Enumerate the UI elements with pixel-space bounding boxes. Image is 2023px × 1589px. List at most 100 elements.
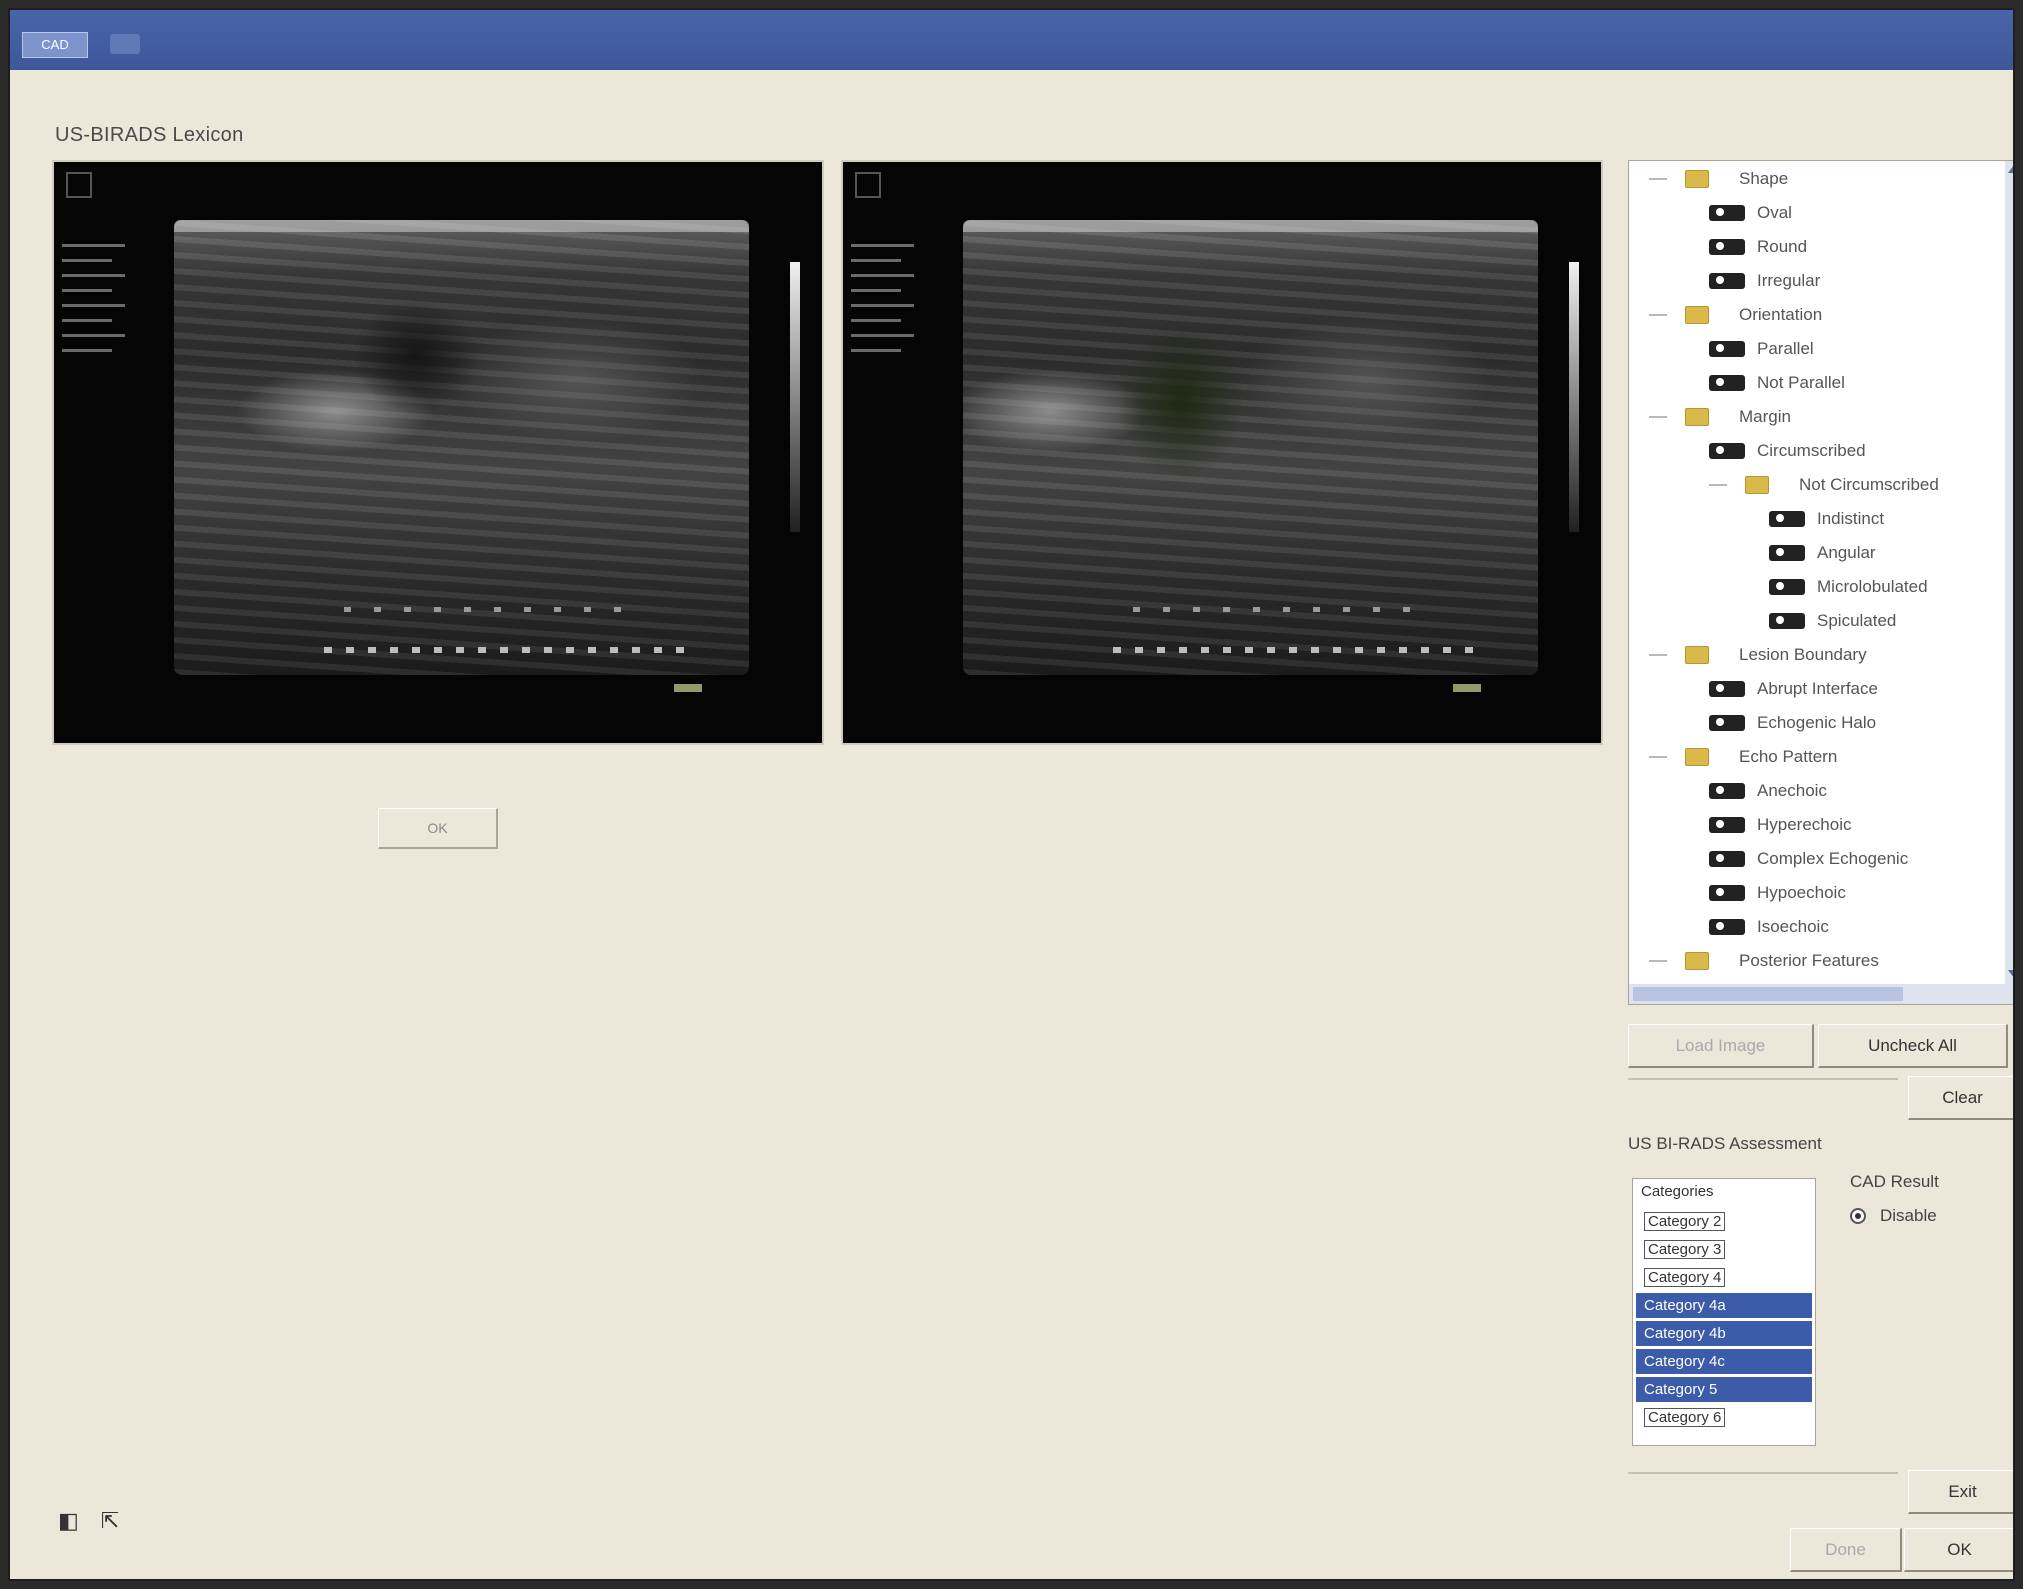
- bottom-ok-button[interactable]: OK: [1904, 1528, 2013, 1572]
- tree-folder-item[interactable]: Margin: [1649, 403, 1791, 431]
- tree-leaf-item[interactable]: Round: [1709, 233, 1807, 261]
- tree-leaf-item[interactable]: Not Parallel: [1709, 369, 1845, 397]
- scroll-thumb[interactable]: [1633, 987, 1903, 1001]
- title-bar[interactable]: CAD: [10, 10, 2013, 70]
- disable-radio-label: Disable: [1880, 1206, 1937, 1225]
- radio-toggle-icon[interactable]: [1769, 545, 1805, 561]
- expand-icon[interactable]: [1709, 484, 1727, 486]
- grayscale-bar: [790, 262, 800, 532]
- exit-button[interactable]: Exit: [1908, 1470, 2013, 1514]
- expand-icon[interactable]: [1649, 178, 1667, 180]
- expand-icon[interactable]: [1649, 654, 1667, 656]
- tree-item-label: Spiculated: [1817, 611, 1897, 630]
- radio-toggle-icon[interactable]: [1769, 511, 1805, 527]
- tree-item-label: Angular: [1817, 543, 1876, 562]
- tree-leaf-item[interactable]: Anechoic: [1709, 777, 1827, 805]
- folder-icon: [1685, 170, 1709, 188]
- radio-toggle-icon[interactable]: [1709, 715, 1745, 731]
- tree-leaf-item[interactable]: Abrupt Interface: [1709, 675, 1878, 703]
- tree-leaf-item[interactable]: Oval: [1709, 199, 1792, 227]
- ok-button[interactable]: OK: [378, 808, 498, 849]
- grayscale-bar: [1569, 262, 1579, 532]
- tree-folder-item[interactable]: Echo Pattern: [1649, 743, 1837, 771]
- folder-icon: [1685, 646, 1709, 664]
- tree-item-label: Echo Pattern: [1739, 747, 1838, 766]
- pointer-icon[interactable]: ⇱: [101, 1508, 119, 1534]
- radio-icon[interactable]: [1850, 1208, 1866, 1224]
- main-window: CAD US-BIRADS Lexicon OK Shape Oval Roun…: [8, 8, 2015, 1581]
- speaker-icon[interactable]: ◧: [58, 1508, 79, 1534]
- radio-toggle-icon[interactable]: [1709, 205, 1745, 221]
- radio-toggle-icon[interactable]: [1709, 783, 1745, 799]
- tree-leaf-item[interactable]: Hypoechoic: [1709, 879, 1846, 907]
- radio-toggle-icon[interactable]: [1709, 851, 1745, 867]
- tree-item-label: Anechoic: [1757, 781, 1827, 800]
- radio-toggle-icon[interactable]: [1769, 579, 1805, 595]
- expand-icon[interactable]: [1649, 314, 1667, 316]
- category-item[interactable]: Category 4: [1636, 1265, 1812, 1290]
- category-list[interactable]: Categories Category 2 Category 3 Category …: [1632, 1178, 1816, 1446]
- done-button[interactable]: Done: [1790, 1528, 1902, 1572]
- tree-folder-item[interactable]: Posterior Features: [1649, 947, 1879, 975]
- radio-toggle-icon[interactable]: [1709, 885, 1745, 901]
- radio-toggle-icon[interactable]: [1709, 375, 1745, 391]
- category-item[interactable]: Category 5: [1636, 1377, 1812, 1402]
- tree-leaf-item[interactable]: Echogenic Halo: [1709, 709, 1876, 737]
- tree-leaf-item[interactable]: Irregular: [1709, 267, 1820, 295]
- tree-folder-item[interactable]: Not Circumscribed: [1709, 471, 1939, 499]
- tree-leaf-item[interactable]: Hyperechoic: [1709, 811, 1852, 839]
- tree-folder-item[interactable]: Lesion Boundary: [1649, 641, 1867, 669]
- tree-vertical-scrollbar[interactable]: [2005, 161, 2013, 1004]
- category-item[interactable]: Category 3: [1636, 1237, 1812, 1262]
- cad-result-label: CAD Result: [1850, 1172, 1939, 1191]
- category-label: Category 4b: [1644, 1325, 1726, 1342]
- tree-item-label: Orientation: [1739, 305, 1823, 324]
- tree-item-label: Not Parallel: [1757, 373, 1845, 392]
- category-item[interactable]: Category 6: [1636, 1405, 1812, 1430]
- category-label: Category 4c: [1644, 1353, 1725, 1370]
- tree-item-label: Hyperechoic: [1757, 815, 1852, 834]
- scroll-up-icon[interactable]: [2008, 165, 2013, 173]
- window-title: CAD: [22, 32, 88, 58]
- radio-toggle-icon[interactable]: [1709, 681, 1745, 697]
- tree-folder-item[interactable]: Shape: [1649, 165, 1788, 193]
- radio-toggle-icon[interactable]: [1709, 273, 1745, 289]
- lexicon-tree[interactable]: Shape Oval Round Irregular Orientation Parall…: [1628, 160, 2013, 1005]
- folder-icon: [1685, 306, 1709, 324]
- clear-button[interactable]: Clear: [1908, 1076, 2013, 1120]
- tree-leaf-item[interactable]: Angular: [1769, 539, 1876, 567]
- category-item[interactable]: Category 4a: [1636, 1293, 1812, 1318]
- load-image-button[interactable]: Load Image: [1628, 1024, 1814, 1068]
- category-item[interactable]: Category 2: [1636, 1209, 1812, 1234]
- tree-leaf-item[interactable]: Circumscribed: [1709, 437, 1866, 465]
- category-item[interactable]: Category 4c: [1636, 1349, 1812, 1374]
- tree-leaf-item[interactable]: Microlobulated: [1769, 573, 1928, 601]
- tree-leaf-item[interactable]: Spiculated: [1769, 607, 1896, 635]
- cad-result-group: CAD Result Disable: [1850, 1172, 1939, 1226]
- radio-toggle-icon[interactable]: [1709, 443, 1745, 459]
- scroll-down-icon[interactable]: [2008, 970, 2013, 978]
- expand-icon[interactable]: [1649, 756, 1667, 758]
- radio-toggle-icon[interactable]: [1709, 919, 1745, 935]
- original-ultrasound-image: [52, 160, 824, 745]
- title-tab-placeholder: [110, 34, 140, 54]
- tree-leaf-item[interactable]: Parallel: [1709, 335, 1814, 363]
- category-item[interactable]: Category 4b: [1636, 1321, 1812, 1346]
- tree-folder-item[interactable]: Orientation: [1649, 301, 1822, 329]
- scan-info-text: [62, 232, 152, 492]
- scan-info-text: [851, 232, 941, 492]
- tree-leaf-item[interactable]: Isoechoic: [1709, 913, 1829, 941]
- tree-horizontal-scrollbar[interactable]: [1629, 984, 2013, 1004]
- radio-toggle-icon[interactable]: [1709, 341, 1745, 357]
- radio-toggle-icon[interactable]: [1709, 239, 1745, 255]
- disable-radio[interactable]: Disable: [1850, 1206, 1939, 1226]
- uncheck-all-button[interactable]: Uncheck All: [1818, 1024, 2008, 1068]
- radio-toggle-icon[interactable]: [1769, 613, 1805, 629]
- tree-leaf-item[interactable]: Indistinct: [1769, 505, 1884, 533]
- radio-toggle-icon[interactable]: [1709, 817, 1745, 833]
- expand-icon[interactable]: [1649, 416, 1667, 418]
- tree-item-label: Microlobulated: [1817, 577, 1928, 596]
- expand-icon[interactable]: [1649, 960, 1667, 962]
- tree-item-label: Echogenic Halo: [1757, 713, 1877, 732]
- tree-leaf-item[interactable]: Complex Echogenic: [1709, 845, 1908, 873]
